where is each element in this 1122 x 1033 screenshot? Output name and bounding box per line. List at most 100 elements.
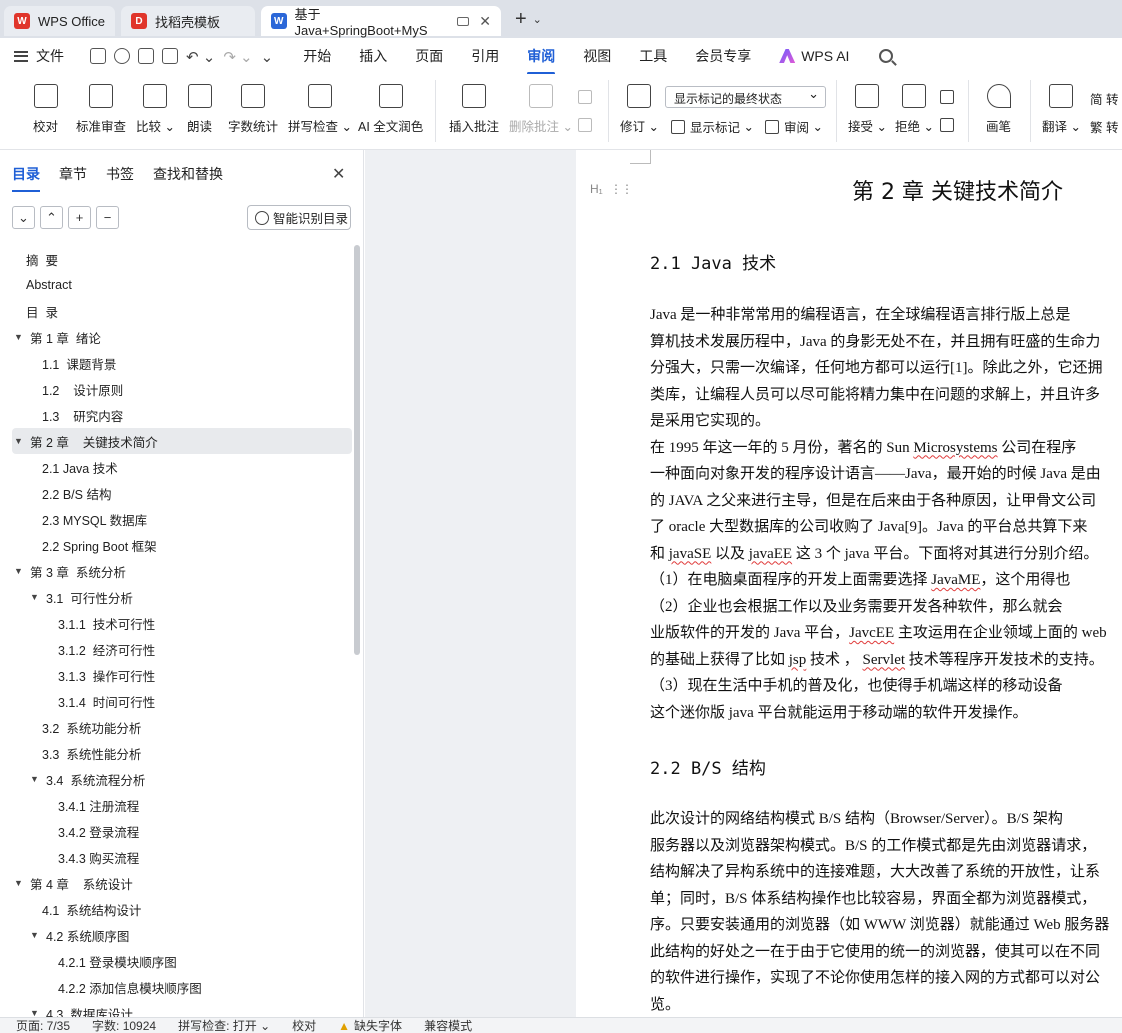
- toc-item[interactable]: 1.3 研究内容: [12, 402, 352, 428]
- remove-level-button[interactable]: −: [96, 206, 119, 229]
- prev-change-icon[interactable]: [940, 90, 959, 104]
- toc-item[interactable]: 3.4.2 登录流程: [12, 818, 352, 844]
- page-indicator[interactable]: 页面: 7/35: [16, 1017, 70, 1033]
- track-changes-button[interactable]: 修订 ⌄: [620, 80, 659, 135]
- menu-page[interactable]: 页面: [415, 46, 443, 66]
- word-count-button[interactable]: 字数统计: [228, 80, 278, 135]
- search-icon[interactable]: [879, 49, 894, 63]
- toc-item[interactable]: 1.1 课题背景: [12, 350, 352, 376]
- more-chevron-icon[interactable]: ⌄: [261, 48, 274, 66]
- close-pane-icon[interactable]: ✕: [332, 164, 345, 184]
- smart-toc-button[interactable]: 智能识别目录: [247, 205, 351, 230]
- expand-down-button[interactable]: ⌄: [12, 206, 35, 229]
- toc-item[interactable]: 3.4.1 注册流程: [12, 792, 352, 818]
- accept-button[interactable]: 接受 ⌄: [848, 80, 887, 135]
- toc-item[interactable]: ▼ 4.2 系统顺序图: [12, 922, 352, 948]
- heading-handle-icon[interactable]: H₁: [590, 182, 603, 196]
- toc-item[interactable]: ▼ 3.4 系统流程分析: [12, 766, 352, 792]
- toc-item[interactable]: 4.2.2 添加信息模块顺序图: [12, 974, 352, 1000]
- collapse-up-button[interactable]: ⌃: [40, 206, 63, 229]
- toc-item[interactable]: 1.2 设计原则: [12, 376, 352, 402]
- expand-arrow-icon[interactable]: ▼: [30, 930, 40, 940]
- menu-tools[interactable]: 工具: [639, 46, 667, 66]
- toc-item[interactable]: 3.1.3 操作可行性: [12, 662, 352, 688]
- expand-arrow-icon[interactable]: ▼: [30, 592, 40, 602]
- toc-item[interactable]: 2.1 Java 技术: [12, 454, 352, 480]
- expand-arrow-icon[interactable]: ▼: [30, 774, 40, 784]
- reject-button[interactable]: 拒绝 ⌄: [895, 80, 934, 135]
- save-icon[interactable]: [90, 48, 106, 64]
- toc-item[interactable]: 3.4.3 购买流程: [12, 844, 352, 870]
- monitor-icon[interactable]: [457, 16, 470, 26]
- drag-handle-icon[interactable]: ⋮⋮: [610, 182, 633, 196]
- toc-item[interactable]: ▼ 第 1 章 绪论: [12, 324, 352, 350]
- toc-item[interactable]: 2.3 MYSQL 数据库: [12, 506, 352, 532]
- print-icon[interactable]: [138, 48, 154, 64]
- redo-icon[interactable]: ↷ ⌄: [223, 48, 252, 66]
- review-pane-button[interactable]: 审阅 ⌄: [765, 117, 823, 136]
- ai-polish-button[interactable]: AI 全文润色: [358, 80, 423, 135]
- tab-find-replace[interactable]: 查找和替换: [153, 164, 223, 184]
- print-preview-icon[interactable]: [162, 48, 178, 64]
- show-markup-select[interactable]: 显示标记的最终状态: [665, 86, 826, 108]
- expand-arrow-icon[interactable]: ▼: [14, 436, 24, 446]
- toc-item[interactable]: 3.1.1 技术可行性: [12, 610, 352, 636]
- toc-item[interactable]: 4.1 系统结构设计: [12, 896, 352, 922]
- proofread-status[interactable]: 校对: [292, 1017, 316, 1033]
- to-traditional-button[interactable]: 繁 转: [1090, 117, 1118, 136]
- next-change-icon[interactable]: [940, 118, 959, 132]
- toc-item[interactable]: ▼ 第 4 章 系统设计: [12, 870, 352, 896]
- expand-arrow-icon[interactable]: ▼: [14, 332, 24, 342]
- tab-toc[interactable]: 目录: [12, 164, 40, 192]
- toc-item[interactable]: 4.2.1 登录模块顺序图: [12, 948, 352, 974]
- toc-item[interactable]: 3.3 系统性能分析: [12, 740, 352, 766]
- compare-button[interactable]: 比较 ⌄: [136, 80, 175, 135]
- tab-document[interactable]: W 基于Java+SpringBoot+MyS ✕: [260, 6, 501, 38]
- word-count-status[interactable]: 字数: 10924: [92, 1017, 156, 1033]
- close-icon[interactable]: ✕: [479, 13, 491, 30]
- prev-comment-icon[interactable]: [578, 90, 597, 104]
- toc-item[interactable]: 3.1.2 经济可行性: [12, 636, 352, 662]
- toc-item[interactable]: 摘 要: [12, 246, 352, 272]
- translate-button[interactable]: 翻译 ⌄: [1042, 80, 1081, 135]
- menu-insert[interactable]: 插入: [359, 46, 387, 66]
- tab-docer-templates[interactable]: D 找稻壳模板: [120, 6, 255, 36]
- menu-file[interactable]: 文件: [36, 46, 64, 66]
- link-icon[interactable]: [114, 48, 130, 64]
- read-aloud-button[interactable]: 朗读: [187, 80, 212, 135]
- toc-item[interactable]: ▼ 第 3 章 系统分析: [12, 558, 352, 584]
- menu-references[interactable]: 引用: [471, 46, 499, 66]
- show-markup-button[interactable]: 显示标记 ⌄: [671, 117, 754, 136]
- to-simplified-button[interactable]: 简 转: [1090, 89, 1118, 108]
- toc-item[interactable]: Abstract: [12, 272, 352, 298]
- tab-bookmarks[interactable]: 书签: [106, 164, 134, 184]
- undo-icon[interactable]: ↶ ⌄: [186, 48, 215, 66]
- menu-member[interactable]: 会员专享: [695, 46, 751, 66]
- toc-item[interactable]: 3.1.4 时间可行性: [12, 688, 352, 714]
- delete-comment-button[interactable]: 删除批注 ⌄: [509, 80, 573, 135]
- toc-scrollbar[interactable]: [354, 245, 360, 655]
- tab-sections[interactable]: 章节: [59, 164, 87, 184]
- pen-button[interactable]: 画笔: [986, 80, 1011, 135]
- standard-review-button[interactable]: 标准审查: [76, 80, 126, 135]
- missing-font-status[interactable]: ▲ 缺失字体: [338, 1017, 402, 1033]
- toc-item[interactable]: ▼ 3.1 可行性分析: [12, 584, 352, 610]
- toc-item[interactable]: 2.2 B/S 结构: [12, 480, 352, 506]
- toc-item[interactable]: 2.2 Spring Boot 框架: [12, 532, 352, 558]
- expand-arrow-icon[interactable]: ▼: [14, 878, 24, 888]
- tab-wps-office[interactable]: W WPS Office: [4, 6, 115, 36]
- expand-arrow-icon[interactable]: ▼: [14, 566, 24, 576]
- hamburger-icon[interactable]: [14, 50, 28, 62]
- toc-item[interactable]: ▼ 第 2 章 关键技术简介: [12, 428, 352, 454]
- menu-home[interactable]: 开始: [303, 46, 331, 66]
- chevron-down-icon[interactable]: ⌄: [533, 13, 542, 26]
- add-level-button[interactable]: +: [68, 206, 91, 229]
- spell-check-button[interactable]: 拼写检查 ⌄: [288, 80, 352, 135]
- wps-ai-button[interactable]: WPS AI: [779, 48, 849, 64]
- proofread-button[interactable]: 校对: [33, 80, 58, 135]
- toc-item[interactable]: 目 录: [12, 298, 352, 324]
- menu-view[interactable]: 视图: [583, 46, 611, 66]
- insert-comment-button[interactable]: 插入批注: [449, 80, 499, 135]
- menu-review[interactable]: 审阅: [527, 46, 556, 75]
- next-comment-icon[interactable]: [578, 118, 597, 132]
